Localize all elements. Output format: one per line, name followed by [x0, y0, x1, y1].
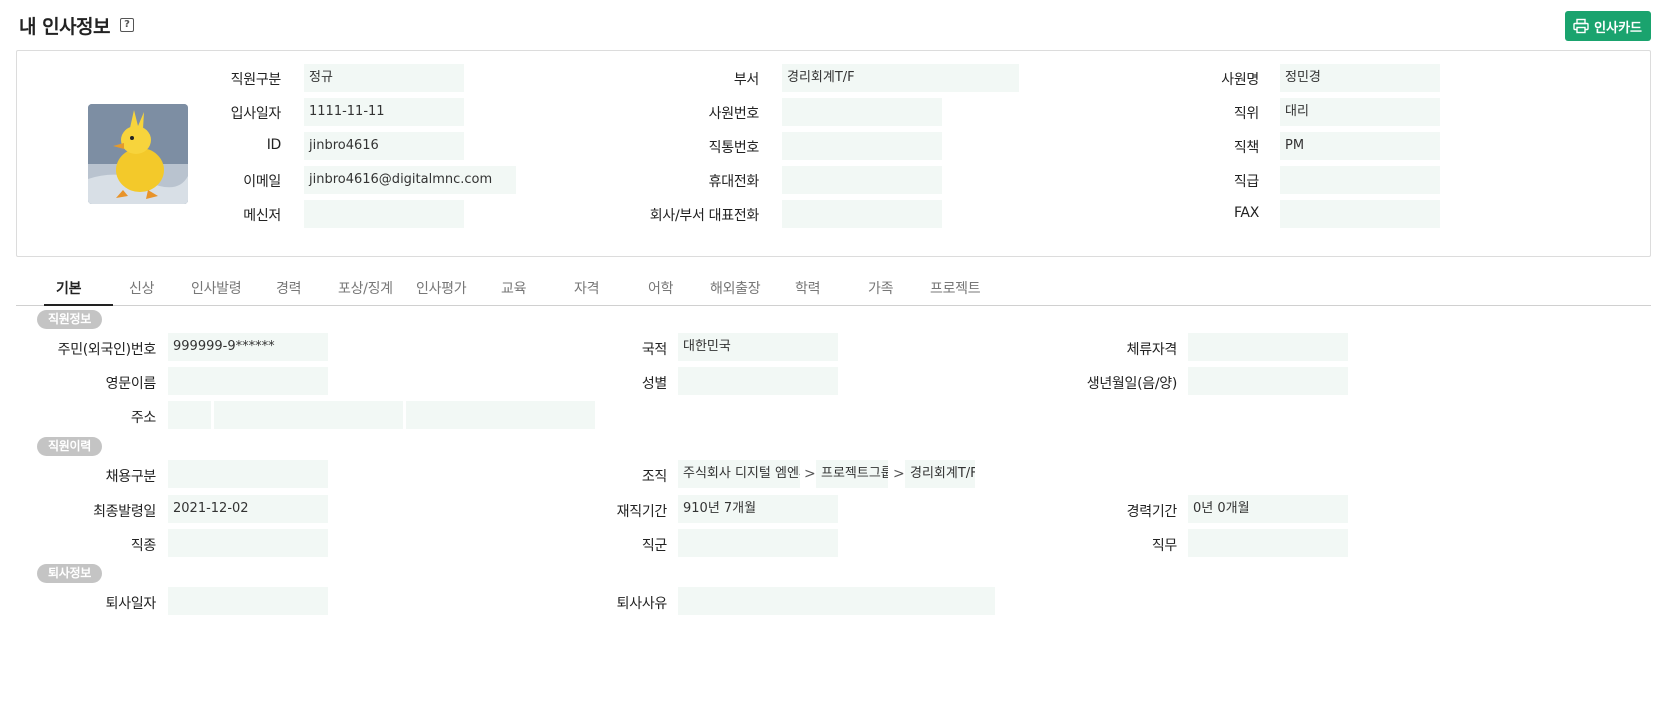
email-value: jinbro4616@digitalmnc.com [304, 166, 516, 194]
email-label: 이메일 [243, 174, 281, 190]
tab-personal[interactable]: 신상 [129, 278, 154, 298]
tenure-label: 재직기간 [616, 504, 668, 520]
hr-card-button-label: 인사카드 [1594, 19, 1642, 35]
section-badge-employee-info: 직원정보 [37, 310, 102, 329]
career-value: 0년 0개월 [1188, 495, 1348, 523]
tenure-value: 910년 7개월 [678, 495, 838, 523]
org-label: 조직 [641, 469, 667, 485]
tab-career[interactable]: 경력 [276, 278, 301, 298]
employee-type-value: 정규 [304, 64, 464, 92]
duckling-image [88, 104, 188, 204]
mobile-value [782, 166, 942, 194]
job-value [1188, 529, 1348, 557]
english-name-label: 영문이름 [105, 376, 157, 392]
messenger-value [304, 200, 464, 228]
org-level-1: 주식회사 디지털 엠엔씨 [678, 460, 800, 488]
section-badge-employee-history: 직원이력 [37, 437, 102, 456]
hire-type-value [168, 460, 328, 488]
department-value: 경리회계T/F [782, 64, 1019, 92]
name-label: 사원명 [1221, 72, 1259, 88]
org-level-2: 프로젝트그룹 [816, 460, 888, 488]
tab-awards[interactable]: 포상/징계 [338, 278, 393, 298]
gender-label: 성별 [641, 376, 667, 392]
direct-phone-value [782, 132, 942, 160]
hire-type-label: 채용구분 [105, 469, 157, 485]
tab-project[interactable]: 프로젝트 [930, 278, 981, 298]
profile-photo [88, 104, 188, 204]
tab-certification[interactable]: 자격 [574, 278, 599, 298]
fax-label: FAX [1233, 205, 1259, 221]
name-value: 정민경 [1280, 64, 1440, 92]
tab-basic[interactable]: 기본 [56, 278, 81, 298]
org-separator: > [893, 466, 905, 482]
last-appoint-value: 2021-12-02 [168, 495, 328, 523]
resign-date-value [168, 587, 328, 615]
career-label: 경력기간 [1126, 504, 1178, 520]
resident-no-label: 주민(외국인)번호 [57, 342, 157, 358]
hire-date-label: 입사일자 [230, 106, 282, 122]
job-group-value [678, 529, 838, 557]
profile-summary: 직원구분 정규 입사일자 1111-11-11 ID jinbro4616 이메… [16, 50, 1651, 257]
duty-value: PM [1280, 132, 1440, 160]
job-type-value [168, 529, 328, 557]
direct-phone-label: 직통번호 [708, 140, 760, 156]
resign-reason-label: 퇴사사유 [616, 596, 668, 612]
tab-education[interactable]: 교육 [501, 278, 526, 298]
messenger-label: 메신저 [243, 208, 281, 224]
company-phone-label: 회사/부서 대표전화 [649, 208, 760, 224]
tab-overseas-trip[interactable]: 해외출장 [710, 278, 761, 298]
english-name-value [168, 367, 328, 395]
resident-no-value: 999999-9****** [168, 333, 328, 361]
gender-value [678, 367, 838, 395]
visa-value [1188, 333, 1348, 361]
hr-card-button[interactable]: 인사카드 [1565, 11, 1651, 41]
tab-family[interactable]: 가족 [868, 278, 893, 298]
visa-label: 체류자격 [1126, 342, 1178, 358]
tab-language[interactable]: 어학 [648, 278, 673, 298]
question-box-icon[interactable]: ? [120, 18, 135, 32]
tab-academic[interactable]: 학력 [795, 278, 820, 298]
hire-date-value: 1111-11-11 [304, 98, 464, 126]
fax-value [1280, 200, 1440, 228]
job-label: 직무 [1151, 538, 1177, 554]
active-tab-indicator [44, 304, 113, 306]
company-phone-value [782, 200, 942, 228]
resign-date-label: 퇴사일자 [105, 596, 157, 612]
tab-appointment[interactable]: 인사발령 [191, 278, 242, 298]
org-separator: > [804, 466, 816, 482]
address-zip-value [168, 401, 211, 429]
grade-value [1280, 166, 1440, 194]
department-label: 부서 [733, 72, 759, 88]
position-value: 대리 [1280, 98, 1440, 126]
position-label: 직위 [1233, 106, 1259, 122]
section-badge-resignation: 퇴사정보 [37, 564, 102, 583]
address-label: 주소 [130, 410, 156, 426]
employee-no-value [782, 98, 942, 126]
mobile-label: 휴대전화 [708, 174, 760, 190]
page-title: 내 인사정보 [19, 15, 111, 38]
employee-no-label: 사원번호 [708, 106, 760, 122]
tab-evaluation[interactable]: 인사평가 [416, 278, 467, 298]
birth-label: 생년월일(음/양) [1086, 376, 1178, 392]
page-header: 내 인사정보 ? [19, 10, 135, 40]
id-label: ID [266, 137, 282, 153]
id-value: jinbro4616 [304, 132, 464, 160]
resign-reason-value [678, 587, 995, 615]
tab-bar: 기본 신상 인사발령 경력 포상/징계 인사평가 교육 자격 어학 해외출장 학… [16, 272, 1651, 306]
org-level-3: 경리회계T/F [905, 460, 975, 488]
nationality-label: 국적 [641, 342, 667, 358]
duty-label: 직책 [1233, 140, 1259, 156]
printer-icon [1573, 18, 1589, 34]
address-line2-value [406, 401, 595, 429]
job-type-label: 직종 [130, 538, 156, 554]
grade-label: 직급 [1233, 174, 1259, 190]
address-line1-value [214, 401, 403, 429]
job-group-label: 직군 [641, 538, 667, 554]
employee-type-label: 직원구분 [230, 72, 282, 88]
birth-value [1188, 367, 1348, 395]
nationality-value: 대한민국 [678, 333, 838, 361]
last-appoint-label: 최종발령일 [93, 504, 156, 520]
